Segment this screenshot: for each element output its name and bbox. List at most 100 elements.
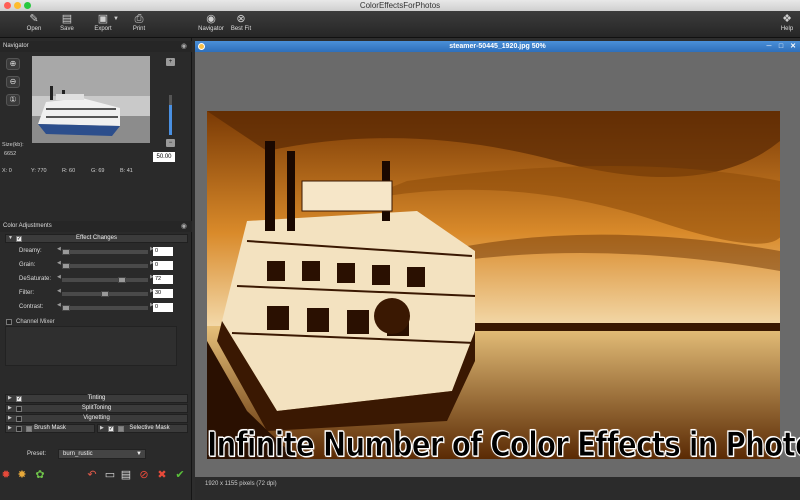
- zoom-window-icon[interactable]: [24, 2, 31, 9]
- vignetting-checkbox[interactable]: [16, 416, 22, 422]
- size-label: Size(kb):: [2, 142, 24, 148]
- split-toning-checkbox[interactable]: [16, 406, 22, 412]
- slider-track[interactable]: [61, 305, 149, 311]
- tinting-header[interactable]: ▶ ✓ Tinting: [5, 394, 188, 403]
- zoom-value-field[interactable]: 50.00: [153, 152, 175, 162]
- channel-mixer-checkbox[interactable]: [6, 319, 12, 325]
- slider-track[interactable]: [61, 263, 149, 269]
- document-title: steamer-50445_1920.jpg 50%: [449, 43, 546, 50]
- tinting-checkbox[interactable]: ✓: [16, 396, 22, 402]
- slider-desaturate: DeSaturate: ◀ ▶ 72: [5, 274, 188, 286]
- close-window-icon[interactable]: [4, 2, 11, 9]
- photo-canvas[interactable]: [207, 111, 780, 459]
- size-value: 6652: [4, 151, 17, 157]
- split-toning-header[interactable]: ▶ SplitToning: [5, 404, 188, 413]
- actual-size-icon[interactable]: ①: [6, 94, 20, 106]
- slider-value-field[interactable]: 0: [153, 261, 173, 270]
- zoom-slider-fill: [169, 105, 172, 135]
- print-button[interactable]: ⎙ Print: [122, 12, 156, 32]
- channel-mixer-area: [5, 326, 177, 366]
- zoom-out-icon[interactable]: ⊖: [6, 76, 20, 88]
- status-bar: 1920 x 1155 pixels (72 dpi): [195, 477, 800, 500]
- color-adjustments-header: Color Adjustments ◉: [0, 221, 192, 232]
- navigator-thumbnail[interactable]: [32, 56, 150, 143]
- slider-value-field[interactable]: 72: [153, 275, 173, 284]
- slider-track[interactable]: [61, 249, 149, 255]
- selective-mask-header[interactable]: ▶ ✓ Selective Mask: [97, 424, 188, 433]
- selective-mask-checkbox[interactable]: ✓: [108, 426, 114, 432]
- reset-icon[interactable]: ⊘: [138, 469, 150, 481]
- open-button[interactable]: ✎ Open: [17, 12, 51, 32]
- navigator-icon: ◉: [206, 13, 216, 25]
- toolbar: ✎ Open ▤ Save ▣ Export ▼ ⎙ Print ◉ Navig…: [0, 11, 800, 38]
- apply-icon[interactable]: ✔: [174, 469, 186, 481]
- minimize-icon[interactable]: ─: [764, 41, 774, 52]
- random-effect-icon[interactable]: ✹: [0, 469, 12, 481]
- close-icon[interactable]: ✕: [788, 41, 798, 52]
- brush-icon: [26, 426, 32, 432]
- eye-icon[interactable]: ◉: [181, 41, 187, 52]
- preset-dropdown[interactable]: burn_rustic ▼: [58, 449, 146, 459]
- open-icon: ✎: [29, 13, 39, 25]
- slider-value-field[interactable]: 0: [153, 303, 173, 312]
- slider-grain: Grain: ◀ ▶ 0: [5, 260, 188, 272]
- load-preset-icon[interactable]: ▤: [120, 469, 132, 481]
- pixel-b: B: 41: [120, 168, 133, 174]
- preset-label: Preset:: [27, 451, 47, 457]
- best-fit-button[interactable]: ⊗ Best Fit: [224, 12, 258, 32]
- chevron-down-icon: ▼: [136, 451, 142, 457]
- batch-effect-icon[interactable]: ✸: [16, 469, 28, 481]
- brush-mask-header[interactable]: ▶ Brush Mask: [5, 424, 95, 433]
- triangle-down-icon[interactable]: ▼: [8, 235, 13, 242]
- triangle-right-icon[interactable]: ▶: [8, 415, 12, 422]
- left-panel: Navigator ◉ ⊕ ⊖ ① + − 50.00 Size(kb): 66…: [0, 38, 192, 500]
- document-title-bar[interactable]: steamer-50445_1920.jpg 50% ─ □ ✕: [195, 41, 800, 52]
- effect-changes-header[interactable]: ▼ ✓ Effect Changes: [5, 234, 188, 243]
- print-icon: ⎙: [134, 13, 144, 25]
- save-icon: ▤: [61, 13, 73, 25]
- window-title-bar: ColorEffectsForPhotos: [0, 0, 800, 11]
- zoom-in-icon[interactable]: ⊕: [6, 58, 20, 70]
- undo-icon[interactable]: ↶: [86, 469, 98, 481]
- brush-mask-checkbox[interactable]: [16, 426, 22, 432]
- zoom-decrease-button[interactable]: −: [166, 139, 175, 147]
- document-window: steamer-50445_1920.jpg 50% ─ □ ✕ Infinit…: [195, 41, 800, 500]
- slider-thumb[interactable]: [62, 305, 70, 311]
- slider-thumb[interactable]: [118, 277, 127, 283]
- save-button[interactable]: ▤ Save: [50, 12, 84, 32]
- eye-icon[interactable]: ◉: [181, 221, 187, 232]
- navigator-button[interactable]: ◉ Navigator: [194, 12, 228, 32]
- save-preset-icon[interactable]: ▭: [104, 469, 116, 481]
- minimize-window-icon[interactable]: [14, 2, 21, 9]
- export-dropdown[interactable]: ▼: [112, 12, 120, 26]
- slider-thumb[interactable]: [101, 291, 109, 297]
- slider-track[interactable]: [61, 291, 149, 297]
- help-icon: ❖: [782, 13, 792, 25]
- slider-thumb[interactable]: [62, 263, 70, 269]
- slider-value-field[interactable]: 30: [153, 289, 173, 298]
- pixel-x: X: 0: [2, 168, 12, 174]
- triangle-right-icon[interactable]: ▶: [8, 395, 12, 402]
- chevron-down-icon: ▼: [113, 16, 119, 22]
- edited-photo: [207, 111, 780, 459]
- zoom-increase-button[interactable]: +: [166, 58, 175, 66]
- image-dimensions: 1920 x 1155 pixels (72 dpi): [205, 481, 277, 487]
- navigator-header: Navigator ◉: [0, 41, 192, 52]
- triangle-right-icon[interactable]: ▶: [100, 425, 104, 432]
- maximize-icon[interactable]: □: [776, 41, 786, 52]
- triangle-right-icon[interactable]: ▶: [8, 405, 12, 412]
- cancel-icon[interactable]: ✖: [156, 469, 168, 481]
- slider-value-field[interactable]: 0: [153, 247, 173, 256]
- window-title: ColorEffectsForPhotos: [359, 1, 441, 10]
- selection-icon: [118, 426, 124, 432]
- help-button[interactable]: ❖ Help: [770, 12, 800, 32]
- favorite-effect-icon[interactable]: ✿: [34, 469, 46, 481]
- effect-changes-checkbox[interactable]: ✓: [16, 236, 22, 242]
- triangle-right-icon[interactable]: ▶: [8, 425, 12, 432]
- pixel-g: G: 69: [91, 168, 105, 174]
- slider-track[interactable]: [61, 277, 149, 283]
- vignetting-header[interactable]: ▶ Vignetting: [5, 414, 188, 423]
- slider-thumb[interactable]: [62, 249, 70, 255]
- slider-dreamy: Dreamy: ◀ ▶ 0: [5, 246, 188, 258]
- best-fit-icon: ⊗: [236, 13, 246, 25]
